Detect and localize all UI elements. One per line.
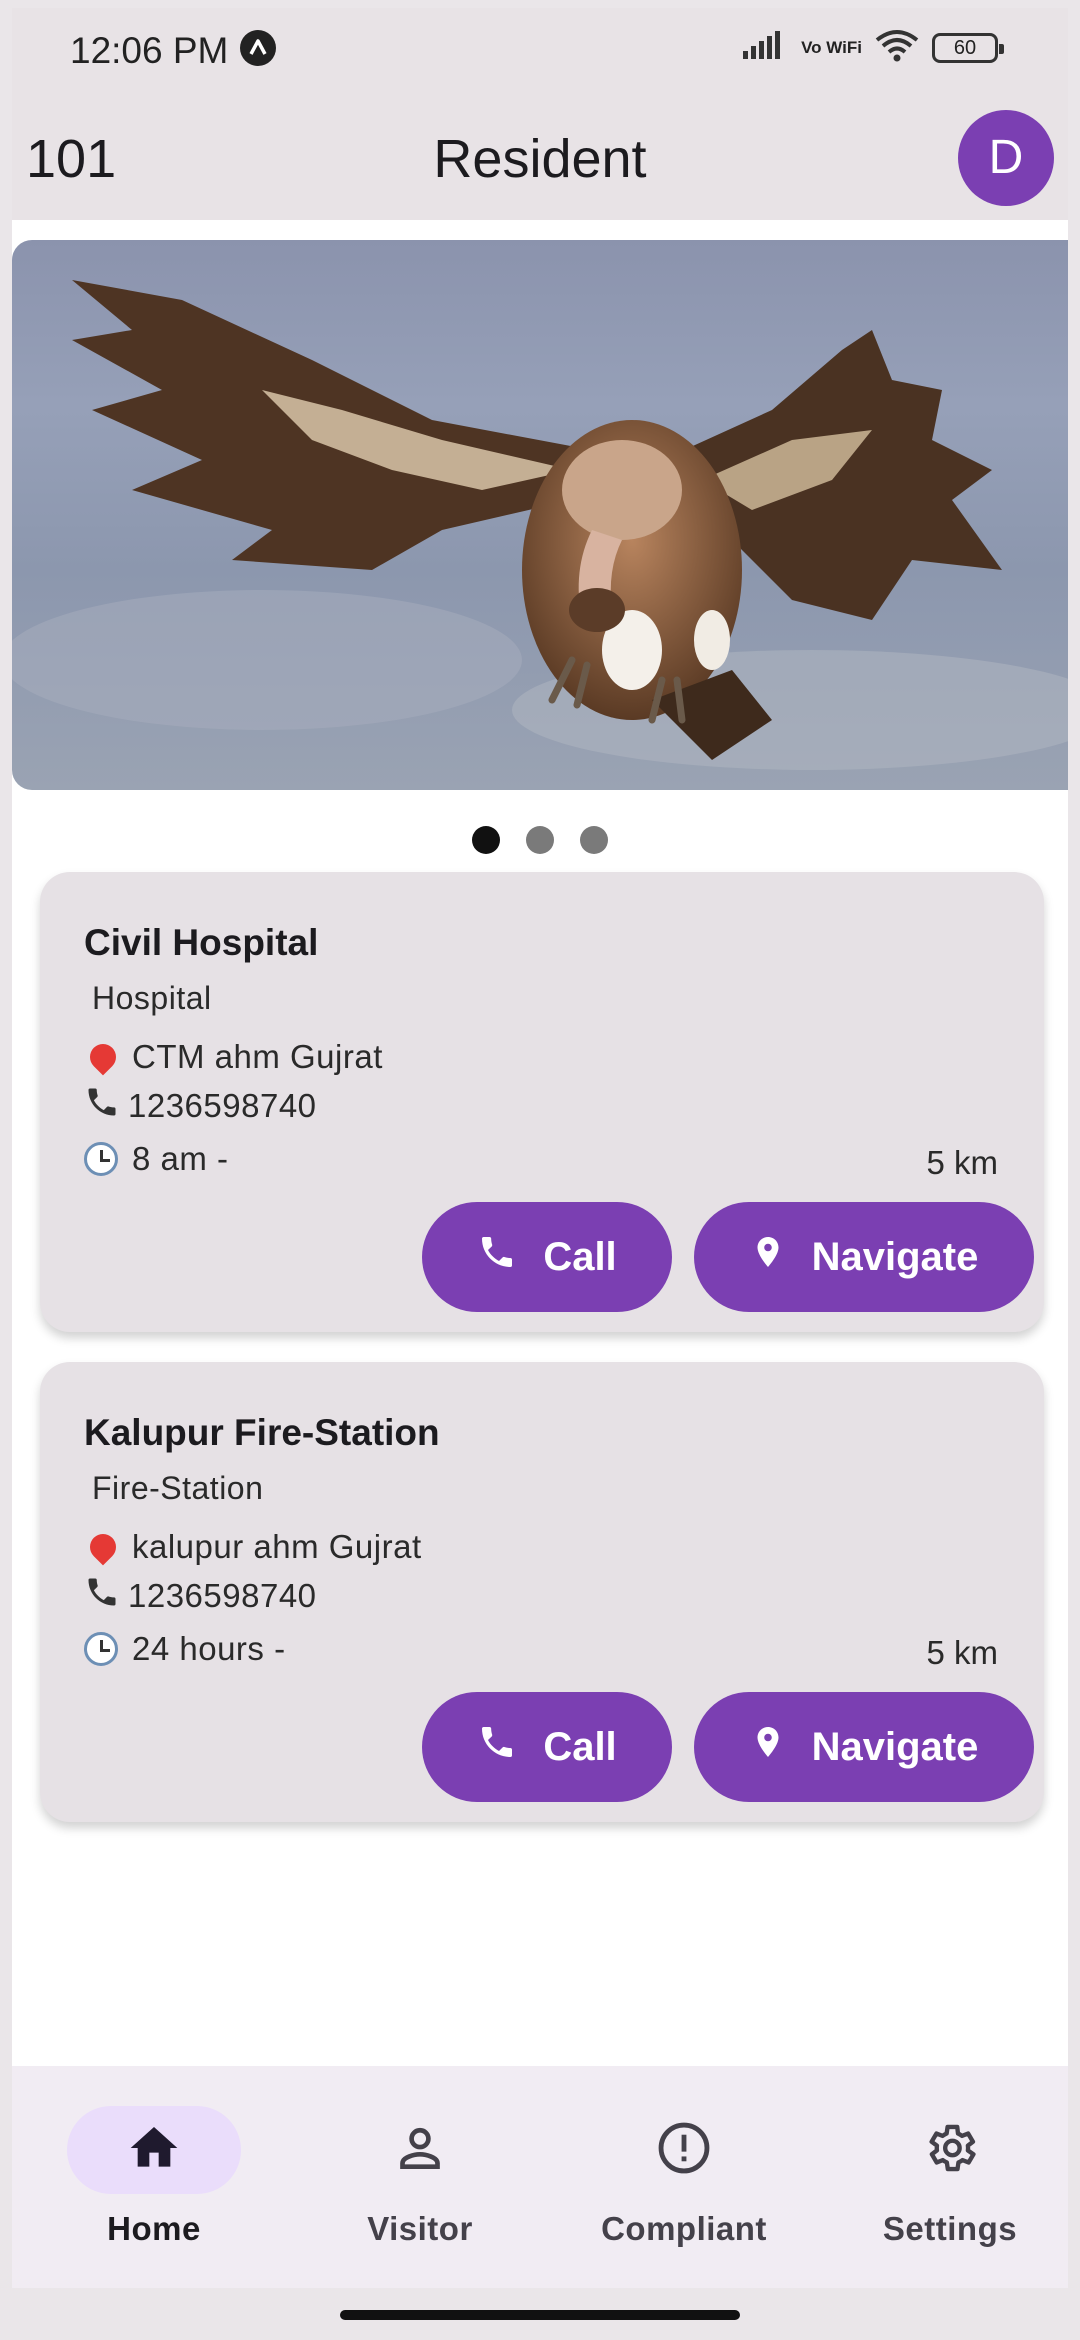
carousel-indicator [12, 826, 1068, 854]
call-button[interactable]: Call [422, 1692, 672, 1802]
nav-item-visitor[interactable]: Visitor [310, 2106, 530, 2248]
call-button[interactable]: Call [422, 1202, 672, 1312]
status-time: 12:06 PM [70, 30, 229, 71]
call-label: Call [543, 1234, 617, 1279]
distance-text: 5 km [926, 1634, 998, 1671]
carousel-dot[interactable] [580, 826, 608, 854]
emergency-contact-card: Kalupur Fire-Station Fire-Station kalupu… [40, 1362, 1044, 1822]
nav-item-home[interactable]: Home [44, 2106, 264, 2248]
nav-label: Compliant [601, 2210, 767, 2247]
battery-icon: 60 [932, 32, 1004, 63]
phone-icon [477, 1722, 517, 1772]
home-icon [126, 2120, 182, 2181]
phone-text: 1236598740 [128, 1087, 317, 1124]
phone-icon [477, 1232, 517, 1282]
location-pin-icon [750, 1722, 786, 1772]
address-row: kalupur ahm Gujrat [84, 1528, 422, 1566]
gear-icon [921, 2119, 979, 2182]
navigate-label: Navigate [811, 1234, 979, 1279]
carousel-dot-active[interactable] [472, 826, 500, 854]
banner-image[interactable] [12, 240, 1068, 790]
alert-circle-icon [655, 2119, 713, 2182]
signal-icon [741, 29, 789, 66]
avatar[interactable]: D [958, 110, 1054, 206]
page-title: Resident [433, 129, 647, 189]
distance-text: 5 km [926, 1144, 998, 1181]
hours-text: 8 am - [132, 1140, 229, 1177]
emergency-contact-card: Civil Hospital Hospital CTM ahm Gujrat 1… [40, 872, 1044, 1332]
address-text: CTM ahm Gujrat [132, 1038, 383, 1075]
app-bar: 101 Resident D [12, 90, 1068, 220]
hours-row: 8 am - [84, 1140, 229, 1178]
nav-label: Visitor [367, 2210, 473, 2247]
place-name: Kalupur Fire-Station [84, 1412, 440, 1453]
place-type: Fire-Station [92, 1470, 264, 1506]
bottom-navigation: Home Visitor Compliant Settings [12, 2066, 1068, 2288]
vowifi-icon: Vo WiFi [801, 38, 862, 57]
phone-icon [84, 1084, 120, 1128]
navigate-button[interactable]: Navigate [694, 1202, 1034, 1312]
clock-icon [84, 1632, 118, 1666]
status-indicators: Vo WiFi 60 [741, 28, 1004, 67]
hours-row: 24 hours - [84, 1630, 286, 1668]
navigate-label: Navigate [811, 1724, 979, 1769]
notification-a-icon [240, 30, 276, 66]
address-row: CTM ahm Gujrat [84, 1038, 383, 1076]
nav-active-indicator [67, 2106, 241, 2194]
status-bar: 12:06 PM Vo WiFi 60 [12, 8, 1068, 90]
nav-label: Home [107, 2210, 201, 2247]
location-pin-icon [84, 1038, 122, 1076]
nav-item-compliant[interactable]: Compliant [574, 2106, 794, 2248]
vulture-illustration [12, 280, 1068, 770]
home-gesture-bar[interactable] [340, 2310, 740, 2320]
app-screen: 12:06 PM Vo WiFi 60 101 Resident D Civil… [12, 8, 1068, 2288]
location-pin-icon [84, 1528, 122, 1566]
phone-row: 1236598740 [84, 1084, 317, 1128]
phone-text: 1236598740 [128, 1577, 317, 1614]
navigate-button[interactable]: Navigate [694, 1692, 1034, 1802]
place-type: Hospital [92, 980, 212, 1016]
address-text: kalupur ahm Gujrat [132, 1528, 422, 1565]
wifi-icon [874, 28, 920, 67]
call-label: Call [543, 1724, 617, 1769]
nav-label: Settings [882, 2210, 1018, 2247]
place-name: Civil Hospital [84, 922, 319, 963]
person-icon [392, 2120, 448, 2181]
phone-icon [84, 1574, 120, 1618]
nav-item-settings[interactable]: Settings [840, 2106, 1060, 2248]
phone-row: 1236598740 [84, 1574, 317, 1618]
carousel-dot[interactable] [526, 826, 554, 854]
location-pin-icon [750, 1232, 786, 1282]
clock-icon [84, 1142, 118, 1176]
hours-text: 24 hours - [132, 1630, 286, 1667]
